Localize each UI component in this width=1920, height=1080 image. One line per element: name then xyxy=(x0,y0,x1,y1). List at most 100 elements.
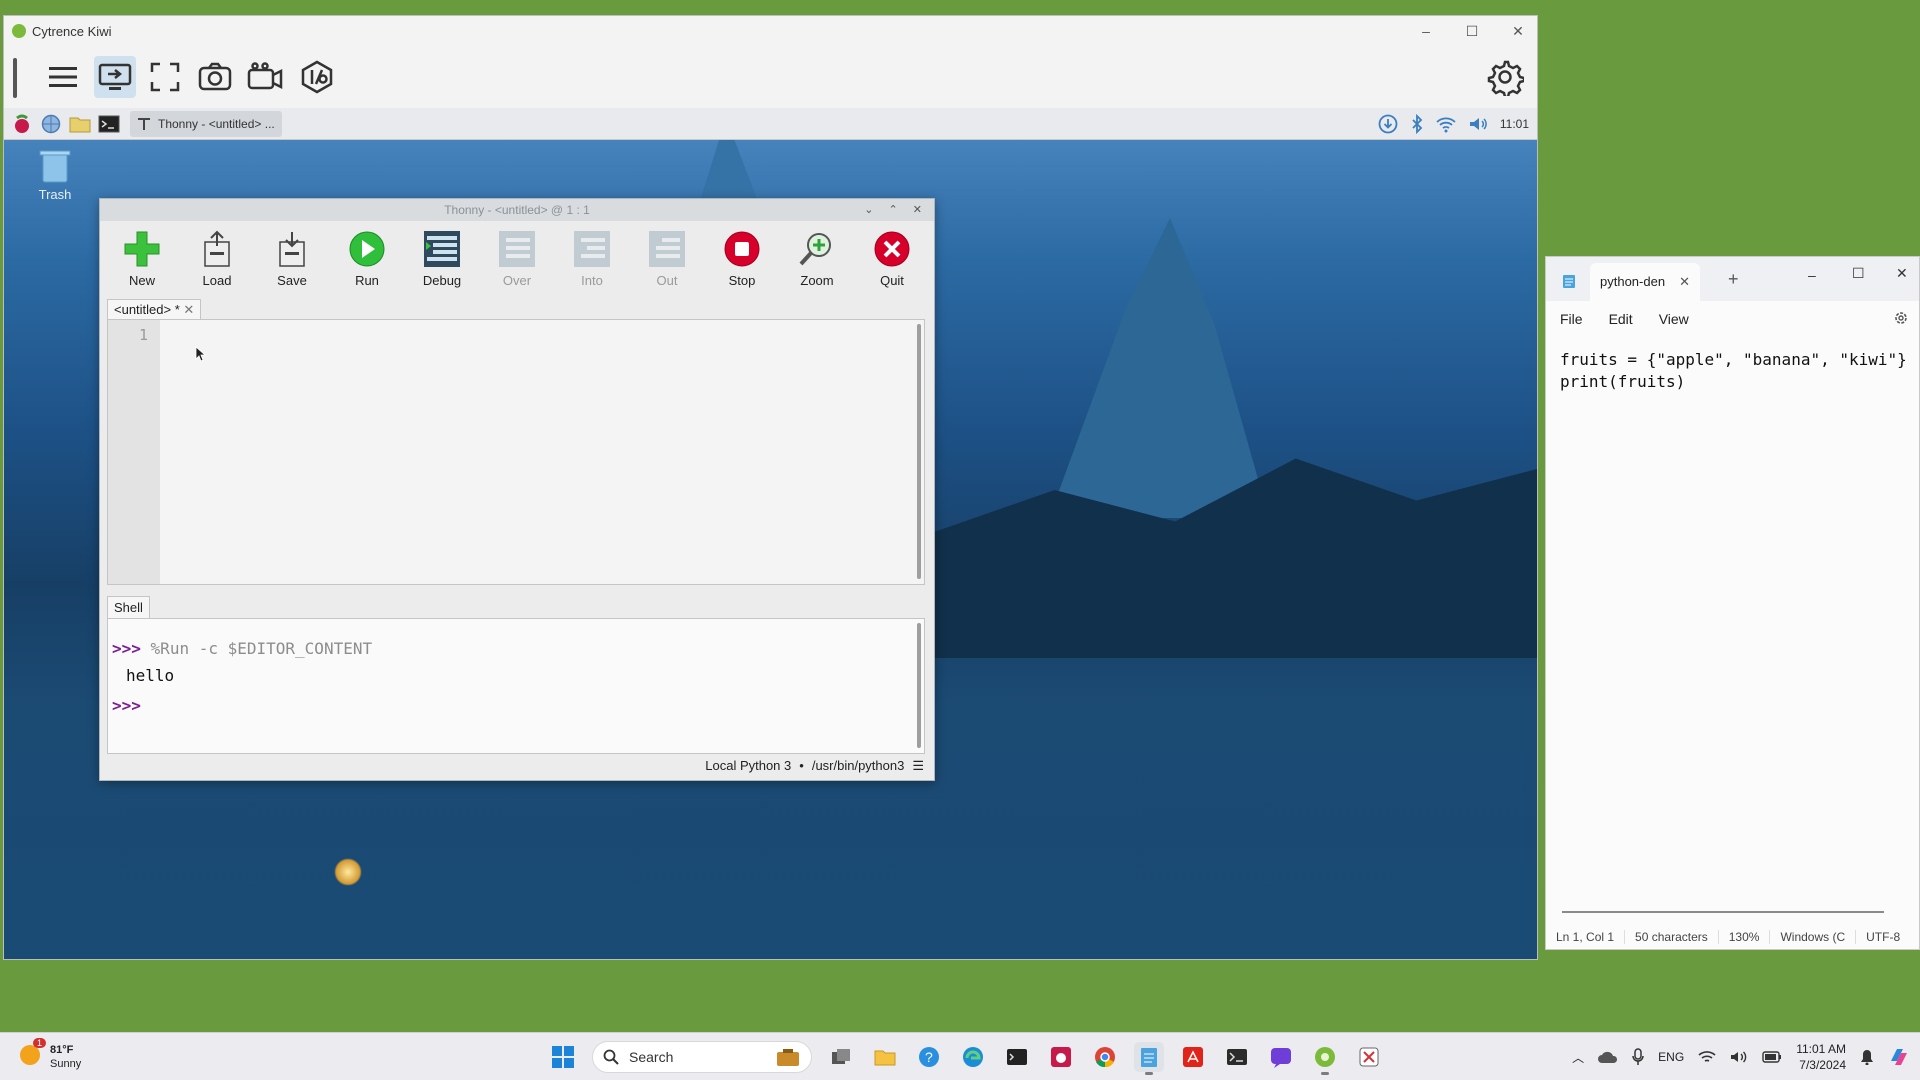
kiwi-toolbar xyxy=(4,46,1537,108)
load-button[interactable]: Load xyxy=(187,229,247,288)
fullscreen-icon[interactable] xyxy=(144,56,186,98)
raspberry-menu-icon[interactable] xyxy=(11,113,33,135)
notepad-tabbar: python-den ✕ + – ☐ ✕ xyxy=(1546,257,1919,301)
step-into-label: Into xyxy=(581,273,603,288)
run-icon xyxy=(347,229,387,269)
terminal-icon[interactable] xyxy=(98,113,120,135)
tab-close-icon[interactable]: ✕ xyxy=(1679,263,1690,301)
wifi-icon[interactable] xyxy=(1436,115,1456,133)
quit-button[interactable]: Quit xyxy=(862,229,922,288)
snipping-tool-icon[interactable] xyxy=(1354,1042,1384,1072)
raspberry-pi-imager-icon[interactable] xyxy=(1046,1042,1076,1072)
notepad-tab[interactable]: python-den ✕ xyxy=(1590,263,1700,301)
notepad-text-area[interactable]: fruits = {"apple", "banana", "kiwi"} prin… xyxy=(1560,349,1907,393)
menu-icon[interactable] xyxy=(42,56,84,98)
taskbar-apps: Search ? xyxy=(548,1039,1384,1075)
volume-icon[interactable] xyxy=(1730,1050,1748,1064)
file-manager-icon[interactable] xyxy=(69,113,91,135)
system-clock[interactable]: 11:01 AM 7/3/2024 xyxy=(1796,1041,1846,1073)
task-view-icon[interactable] xyxy=(826,1042,856,1072)
menu-view[interactable]: View xyxy=(1659,311,1689,327)
zoom-level[interactable]: 130% xyxy=(1719,930,1771,944)
terminal-icon[interactable] xyxy=(1002,1042,1032,1072)
toolbar-divider xyxy=(13,58,17,98)
notification-bell-icon[interactable] xyxy=(1860,1049,1874,1065)
edge-icon[interactable] xyxy=(958,1042,988,1072)
battery-icon[interactable] xyxy=(1762,1051,1782,1063)
volume-icon[interactable] xyxy=(1468,115,1488,133)
code-editor[interactable]: 1 xyxy=(107,319,925,585)
svg-text:?: ? xyxy=(925,1049,933,1065)
step-out-button[interactable]: Out xyxy=(637,229,697,288)
notepad-tab-title: python-den xyxy=(1600,274,1666,289)
taskbar-search[interactable]: Search xyxy=(592,1041,812,1073)
taskbar-thonny-button[interactable]: Thonny - <untitled> ... xyxy=(130,110,282,137)
shell-output: hello xyxy=(126,666,175,685)
acrobat-icon[interactable] xyxy=(1178,1042,1208,1072)
tab-close-icon[interactable]: ✕ xyxy=(183,302,194,317)
language-indicator[interactable]: ENG xyxy=(1658,1050,1684,1064)
python-shell[interactable]: >>> %Run -c $EDITOR_CONTENT hello >>> xyxy=(107,618,925,754)
start-button[interactable] xyxy=(548,1042,578,1072)
close-button[interactable]: ✕ xyxy=(1496,16,1540,46)
maximize-button[interactable]: ☐ xyxy=(1450,16,1494,46)
menu-file[interactable]: File xyxy=(1560,311,1583,327)
notepad-statusbar: Ln 1, Col 1 50 characters 130% Windows (… xyxy=(1546,925,1919,949)
onedrive-icon[interactable] xyxy=(1598,1050,1618,1064)
weather-badge: 1 xyxy=(32,1038,46,1048)
new-button[interactable]: New xyxy=(112,229,172,288)
status-menu-icon[interactable]: ☰ xyxy=(912,758,924,774)
step-over-button[interactable]: Over xyxy=(487,229,547,288)
settings-gear-icon[interactable] xyxy=(1893,310,1909,329)
debug-button[interactable]: Debug xyxy=(412,229,472,288)
horizontal-scrollbar[interactable] xyxy=(1562,911,1884,913)
screenshot-icon[interactable] xyxy=(194,56,236,98)
screen-share-icon[interactable] xyxy=(94,56,136,98)
notepad-taskbar-icon[interactable] xyxy=(1134,1042,1164,1075)
microphone-icon[interactable] xyxy=(1632,1048,1644,1066)
thonny-statusbar[interactable]: Local Python 3 • /usr/bin/python3 ☰ xyxy=(705,758,924,774)
settings-gear-icon[interactable] xyxy=(1484,56,1526,98)
interpreter-path: /usr/bin/python3 xyxy=(811,758,905,773)
new-tab-icon[interactable]: + xyxy=(1728,269,1739,290)
trash-desktop-icon[interactable]: Trash xyxy=(32,148,78,202)
run-button[interactable]: Run xyxy=(337,229,397,288)
step-into-button[interactable]: Into xyxy=(562,229,622,288)
thonny-window-controls[interactable]: ⌄ ⌃ ✕ xyxy=(864,199,928,221)
zoom-button[interactable]: Zoom xyxy=(787,229,847,288)
editor-tab-untitled[interactable]: <untitled> * ✕ xyxy=(107,299,202,319)
shell-tab[interactable]: Shell xyxy=(107,596,150,618)
minimize-button[interactable]: – xyxy=(1404,16,1448,46)
clock-date: 7/3/2024 xyxy=(1799,1058,1846,1072)
chevron-up-icon[interactable]: ︿ xyxy=(1572,1049,1584,1066)
shell-scrollbar[interactable] xyxy=(917,623,921,748)
wifi-icon[interactable] xyxy=(1698,1050,1716,1064)
powershell-icon[interactable] xyxy=(1222,1042,1252,1072)
rpi-panel: Thonny - <untitled> ... 11:01 xyxy=(4,108,1537,140)
line-ending[interactable]: Windows (C xyxy=(1770,930,1857,944)
weather-widget[interactable]: 1 81°F Sunny xyxy=(18,1038,81,1071)
shell-prompt-active: >>> xyxy=(112,696,141,715)
record-icon[interactable] xyxy=(244,56,286,98)
save-label: Save xyxy=(277,273,307,288)
copilot-icon[interactable] xyxy=(1888,1046,1910,1068)
browser-icon[interactable] xyxy=(40,113,62,135)
maximize-button[interactable]: ☐ xyxy=(1852,265,1865,282)
editor-scrollbar[interactable] xyxy=(917,324,921,579)
get-help-icon[interactable]: ? xyxy=(914,1042,944,1072)
io-icon[interactable] xyxy=(296,56,338,98)
menu-edit[interactable]: Edit xyxy=(1609,311,1633,327)
chrome-icon[interactable] xyxy=(1090,1042,1120,1072)
kiwi-window: Cytrence Kiwi – ☐ ✕ Thonny - <untitled> … xyxy=(3,15,1538,960)
cytrence-kiwi-taskbar-icon[interactable] xyxy=(1310,1042,1340,1075)
save-button[interactable]: Save xyxy=(262,229,322,288)
close-button[interactable]: ✕ xyxy=(1896,265,1908,282)
stop-label: Stop xyxy=(728,273,756,288)
file-explorer-icon[interactable] xyxy=(870,1042,900,1072)
minimize-button[interactable]: – xyxy=(1808,267,1816,283)
chat-app-icon[interactable] xyxy=(1266,1042,1296,1072)
encoding[interactable]: UTF-8 xyxy=(1856,930,1910,944)
bluetooth-icon[interactable] xyxy=(1410,114,1424,134)
stop-button[interactable]: Stop xyxy=(712,229,772,288)
download-icon[interactable] xyxy=(1378,114,1398,134)
